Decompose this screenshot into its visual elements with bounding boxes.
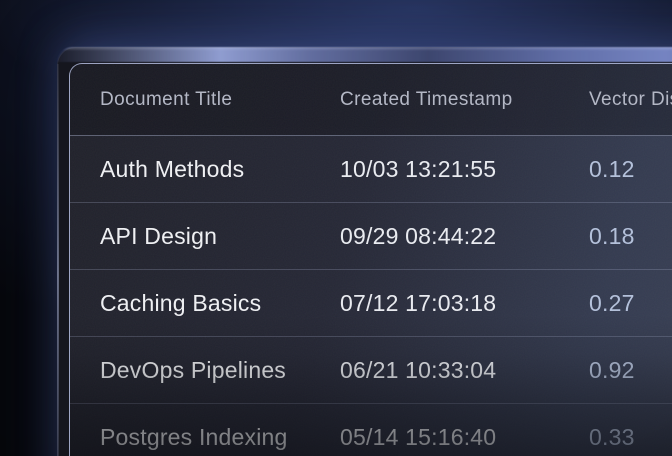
table-row[interactable]: DevOps Pipelines06/21 10:33:040.92 — [70, 337, 672, 404]
cell-created: 09/29 08:44:22 — [340, 223, 589, 250]
cell-distance: 0.18 — [589, 223, 672, 250]
table-card: Document Title Created Timestamp Vector … — [57, 47, 672, 456]
table-row[interactable]: API Design09/29 08:44:220.18 — [70, 203, 672, 270]
table-row[interactable]: Postgres Indexing05/14 15:16:400.33 — [70, 404, 672, 456]
table-row[interactable]: Auth Methods10/03 13:21:550.12 — [70, 136, 672, 203]
table-header: Document Title Created Timestamp Vector … — [70, 64, 672, 136]
background: Document Title Created Timestamp Vector … — [0, 0, 672, 456]
column-header-created-timestamp[interactable]: Created Timestamp — [340, 89, 589, 111]
cell-created: 06/21 10:33:04 — [340, 357, 589, 384]
cell-created: 05/14 15:16:40 — [340, 424, 589, 451]
cell-distance: 0.12 — [589, 156, 672, 183]
cell-title: Caching Basics — [100, 290, 340, 317]
cell-created: 10/03 13:21:55 — [340, 156, 589, 183]
cell-title: Postgres Indexing — [100, 424, 340, 451]
documents-table: Document Title Created Timestamp Vector … — [69, 63, 672, 456]
cell-created: 07/12 17:03:18 — [340, 290, 589, 317]
cell-distance: 0.92 — [589, 357, 672, 384]
cell-title: API Design — [100, 223, 340, 250]
cell-title: Auth Methods — [100, 156, 340, 183]
card-top-glow — [57, 47, 672, 62]
column-header-document-title[interactable]: Document Title — [100, 89, 340, 111]
cell-distance: 0.27 — [589, 290, 672, 317]
column-header-vector-distance[interactable]: Vector Distance — [589, 89, 672, 111]
card-left-bevel — [57, 64, 59, 456]
table-body: Auth Methods10/03 13:21:550.12API Design… — [70, 136, 672, 456]
table-row[interactable]: Caching Basics07/12 17:03:180.27 — [70, 270, 672, 337]
cell-title: DevOps Pipelines — [100, 357, 340, 384]
cell-distance: 0.33 — [589, 424, 672, 451]
